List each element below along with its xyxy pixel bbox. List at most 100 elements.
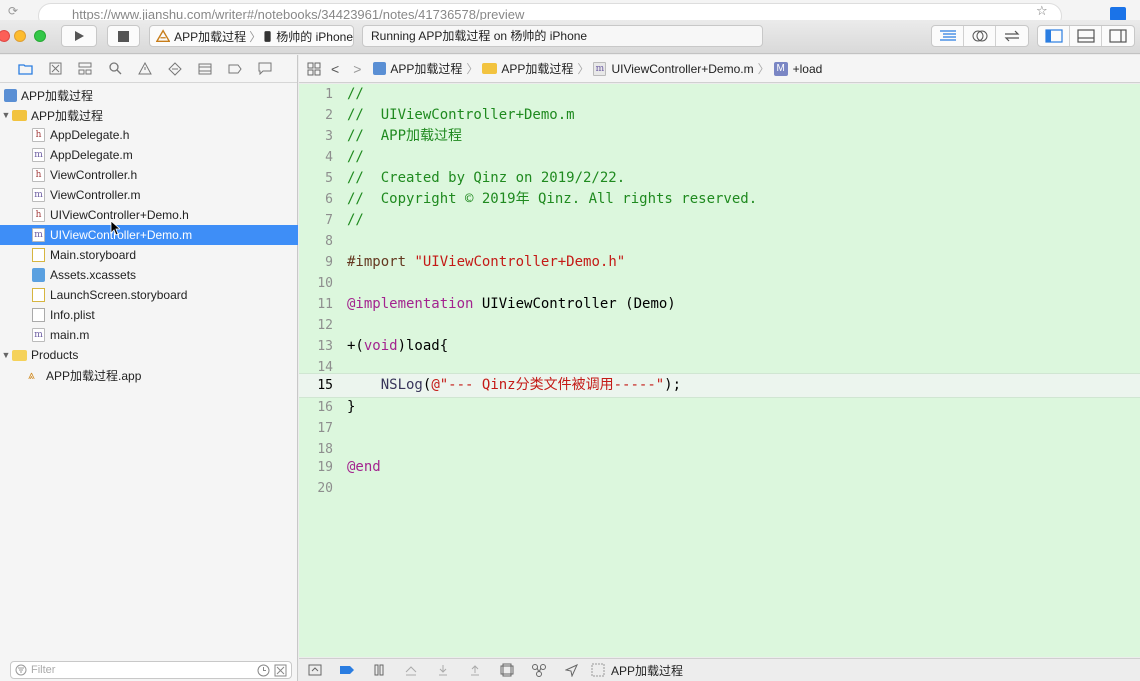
code-line: 5 // Created by Qinz on 2019/2/22.: [299, 168, 1140, 189]
test-tab-icon[interactable]: [160, 59, 190, 79]
source-control-filter-icon[interactable]: [274, 664, 287, 677]
navigator-tabs: [0, 55, 297, 83]
jump-group[interactable]: APP加载过程: [501, 60, 573, 77]
view-hierarchy-button[interactable]: [491, 663, 523, 677]
debug-target-name[interactable]: APP加载过程: [611, 662, 683, 679]
file-name: ViewController.h: [50, 168, 138, 182]
report-tab-icon[interactable]: [250, 59, 280, 79]
line-number: 9: [325, 255, 333, 270]
tree-file-row[interactable]: h ViewController.h: [0, 165, 298, 185]
warning-tab-icon[interactable]: [130, 59, 160, 79]
code-line: 7 //: [299, 210, 1140, 231]
location-arrow-icon: [564, 663, 578, 677]
folder-tab-icon[interactable]: [10, 59, 40, 79]
assistant-editor-button[interactable]: [964, 26, 996, 46]
debug-tab-icon[interactable]: [190, 59, 220, 79]
source-editor[interactable]: 1 // 2 // UIViewController+Demo.m 3 // APP加…: [299, 84, 1140, 657]
tree-file-row[interactable]: Info.plist: [0, 305, 298, 325]
memory-graph-button[interactable]: [523, 663, 555, 677]
chevron-right-icon: 〉: [757, 62, 770, 76]
xcode-window: ⟳ https://www.jianshu.com/writer#/notebo…: [0, 0, 1140, 681]
file-name: main.m: [50, 328, 90, 342]
simulate-location-button[interactable]: [555, 663, 587, 677]
version-editor-button[interactable]: [996, 26, 1028, 46]
code-text: }: [347, 399, 356, 415]
line-number: 11: [317, 297, 333, 312]
breakpoint-tab-icon[interactable]: [220, 59, 250, 79]
scheme-selector[interactable]: APP加载过程 〉 杨帅的 iPhone: [149, 25, 354, 47]
step-into-button[interactable]: [427, 664, 459, 676]
code-text: );: [664, 377, 682, 393]
string-literal: "UIViewController+Demo.h": [414, 254, 626, 270]
implementation-file-icon: m: [32, 228, 45, 242]
panel-toggle-segment: [1037, 25, 1135, 47]
hide-debug-area-button[interactable]: [299, 664, 331, 676]
jump-project[interactable]: APP加载过程: [390, 60, 462, 77]
back-arrow-icon[interactable]: <: [331, 61, 339, 77]
tree-file-row[interactable]: Main.storyboard: [0, 245, 298, 265]
reload-icon[interactable]: ⟳: [8, 4, 22, 18]
tree-file-row[interactable]: LaunchScreen.storyboard: [0, 285, 298, 305]
activity-status: Running APP加载过程 on 杨帅的 iPhone: [362, 25, 763, 47]
line-number: 4: [325, 150, 333, 165]
stop-icon: [118, 30, 129, 42]
source-control-tab-icon[interactable]: [40, 59, 70, 79]
file-name: APP加载过程.app: [46, 368, 142, 383]
line-number: 19: [317, 460, 333, 475]
pause-button[interactable]: [363, 664, 395, 676]
tree-file-row[interactable]: Assets.xcassets: [0, 265, 298, 285]
tree-file-row[interactable]: m ViewController.m: [0, 185, 298, 205]
process-selector-icon[interactable]: [587, 663, 609, 677]
tree-group-row[interactable]: ▼ APP加载过程: [0, 105, 298, 125]
disclosure-triangle-icon[interactable]: ▼: [0, 110, 12, 120]
tree-product-row[interactable]: ⩓ APP加载过程.app: [0, 365, 298, 385]
tree-project-row[interactable]: APP加载过程: [0, 85, 298, 105]
right-panel-icon: [1109, 29, 1127, 43]
code-line: 4 //: [299, 147, 1140, 168]
related-items-icon[interactable]: [307, 62, 321, 76]
folder-icon: [12, 109, 27, 121]
asset-catalog-icon: [32, 268, 45, 282]
tree-file-row[interactable]: m main.m: [0, 325, 298, 345]
disclosure-triangle-icon[interactable]: ▼: [0, 350, 12, 360]
tree-products-row[interactable]: ▼ Products: [0, 345, 298, 365]
step-out-button[interactable]: [459, 664, 491, 676]
bookmark-star-icon[interactable]: ☆: [1036, 4, 1048, 18]
code-line: 13 +(void)load{: [299, 336, 1140, 357]
recent-files-icon[interactable]: [257, 664, 270, 677]
file-name: AppDelegate.m: [50, 148, 133, 162]
toggle-debug-area-button[interactable]: [1070, 26, 1102, 46]
tree-file-row[interactable]: m AppDelegate.m: [0, 145, 298, 165]
zoom-window-button[interactable]: [34, 30, 46, 42]
jump-method[interactable]: +load: [793, 62, 823, 76]
breakpoints-toggle-button[interactable]: [331, 665, 363, 675]
current-code-line: 15 NSLog(@"--- Qinz分类文件被调用-----");: [299, 373, 1140, 398]
chevron-right-icon: 〉: [577, 62, 590, 76]
jump-file[interactable]: UIViewController+Demo.m: [611, 62, 753, 76]
minimize-window-button[interactable]: [14, 30, 26, 42]
code-line: 12: [299, 315, 1140, 336]
navigator-filter-field[interactable]: Filter: [10, 661, 292, 679]
extension-icon[interactable]: [1110, 7, 1126, 20]
tree-file-row[interactable]: h UIViewController+Demo.h: [0, 205, 298, 225]
bottom-panel-icon: [1076, 29, 1095, 43]
plist-icon: [32, 308, 45, 322]
forward-arrow-icon[interactable]: >: [353, 61, 361, 77]
line-number: 16: [317, 400, 333, 415]
search-tab-icon[interactable]: [100, 59, 130, 79]
tree-file-row[interactable]: h AppDelegate.h: [0, 125, 298, 145]
code-line: 6 // Copyright © 2019年 Qinz. All rights r…: [299, 189, 1140, 210]
jump-bar: < > APP加载过程 〉 APP加载过程 〉 m UIViewControll…: [299, 55, 1140, 83]
toggle-inspector-button[interactable]: [1102, 26, 1134, 46]
stop-button[interactable]: [107, 25, 140, 47]
standard-editor-button[interactable]: [932, 26, 964, 46]
step-over-button[interactable]: [395, 664, 427, 676]
close-window-button[interactable]: [0, 30, 10, 42]
run-button[interactable]: [61, 25, 97, 47]
folder-icon: [12, 349, 27, 361]
toggle-navigator-button[interactable]: [1038, 26, 1070, 46]
hierarchy-tab-icon[interactable]: [70, 59, 100, 79]
step-into-icon: [439, 665, 447, 676]
tree-file-row-selected[interactable]: m UIViewController+Demo.m: [0, 225, 298, 245]
